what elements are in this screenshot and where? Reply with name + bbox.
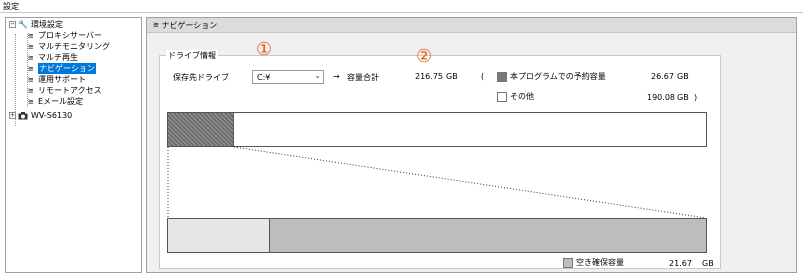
free-value: 21.67: [669, 259, 692, 268]
zoom-line-right: [233, 146, 707, 219]
free-swatch: [563, 257, 573, 268]
free-unit: GB: [702, 259, 714, 268]
free-legend: 空き確保容量: [563, 257, 624, 268]
used-segment: [168, 219, 270, 252]
free-label: 空き確保容量: [576, 258, 624, 267]
reserved-capacity-bar: [167, 218, 707, 253]
